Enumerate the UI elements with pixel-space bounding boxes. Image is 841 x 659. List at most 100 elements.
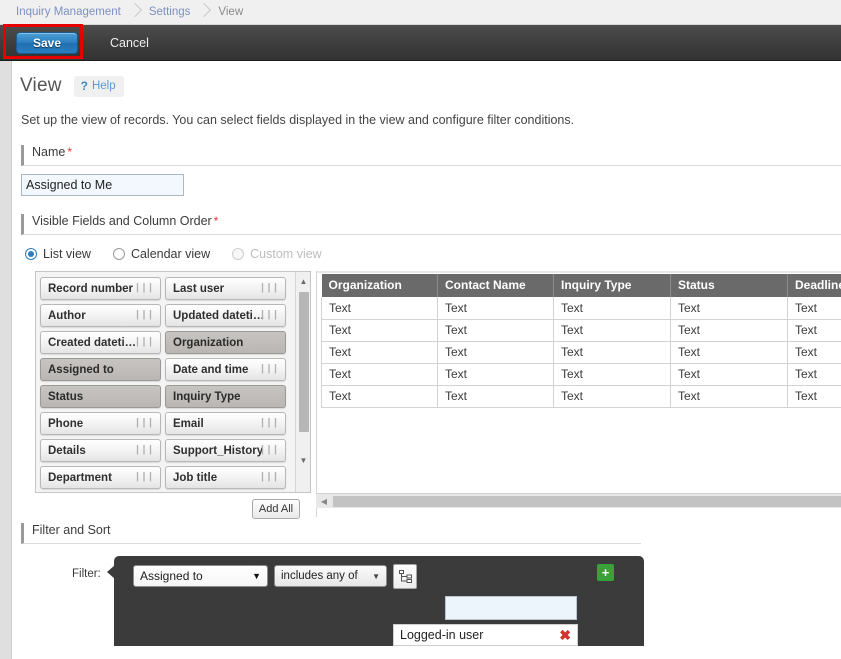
field-chip[interactable]: Record number||| (40, 277, 161, 300)
drag-handle-icon[interactable]: ||| (134, 472, 154, 483)
breadcrumb-separator-icon (121, 0, 149, 25)
field-chip-label: Details (48, 445, 86, 457)
radio-calendar-view[interactable]: Calendar view (113, 247, 210, 261)
table-cell: Text (322, 319, 438, 341)
table-cell: Text (554, 319, 671, 341)
field-chip-label: Status (48, 391, 83, 403)
radio-label-calendar-view: Calendar view (131, 247, 210, 261)
left-gutter (0, 61, 12, 659)
table-cell: Text (438, 341, 554, 363)
drag-handle-icon[interactable]: ||| (259, 310, 279, 321)
scroll-left-arrow-icon[interactable]: ◀ (317, 494, 331, 508)
table-cell: Text (322, 363, 438, 385)
table-cell: Text (438, 363, 554, 385)
preview-table-panel: OrganizationContact NameInquiry TypeStat… (316, 271, 841, 517)
drag-handle-icon[interactable]: ||| (134, 445, 154, 456)
required-marker: * (214, 214, 219, 228)
filter-value-entry: Logged-in user ✖ (393, 624, 578, 646)
drag-handle-icon[interactable]: ||| (259, 472, 279, 483)
breadcrumb-item-settings[interactable]: Settings (149, 6, 191, 18)
field-chip[interactable]: Status (40, 385, 161, 408)
add-filter-condition-button[interactable]: + (597, 564, 614, 581)
page-content: View ? Help Set up the view of records. … (13, 61, 841, 659)
filter-field-select[interactable]: Assigned to ▼ (133, 565, 268, 587)
remove-value-icon[interactable]: ✖ (559, 628, 571, 642)
preview-table: OrganizationContact NameInquiry TypeStat… (321, 274, 841, 408)
table-cell: Text (671, 297, 788, 319)
field-chip[interactable]: Date and time||| (165, 358, 286, 381)
table-row: TextTextTextTextText (322, 385, 841, 407)
section-header-filter-and-sort: Filter and Sort (21, 523, 641, 544)
table-cell: Text (438, 385, 554, 407)
radio-custom-view: Custom view (232, 247, 322, 261)
field-chip-label: Updated dateti… (173, 310, 264, 322)
field-chip[interactable]: Assigned to (40, 358, 161, 381)
drag-handle-icon[interactable]: ||| (134, 310, 154, 321)
table-cell: Text (671, 363, 788, 385)
scrollbar-thumb[interactable] (299, 292, 309, 432)
cancel-button[interactable]: Cancel (104, 35, 155, 51)
field-chip[interactable]: Organization (165, 331, 286, 354)
table-cell: Text (554, 363, 671, 385)
page-description: Set up the view of records. You can sele… (13, 97, 841, 127)
page-body: View ? Help Set up the view of records. … (0, 61, 841, 659)
field-chip[interactable]: Created dateti…||| (40, 331, 161, 354)
preview-table-body: TextTextTextTextTextTextTextTextTextText… (322, 297, 841, 407)
field-chip-label: Email (173, 418, 204, 430)
drag-handle-icon[interactable]: ||| (134, 418, 154, 429)
name-label: Name (32, 145, 65, 159)
field-chip[interactable]: Job title||| (165, 466, 286, 489)
question-mark-icon: ? (81, 79, 88, 93)
view-name-input[interactable] (21, 174, 184, 196)
page-header: View ? Help (13, 61, 841, 97)
save-button[interactable]: Save (16, 32, 78, 54)
table-cell: Text (788, 341, 841, 363)
drag-handle-icon[interactable]: ||| (259, 364, 279, 375)
field-chip[interactable]: Details ||| (40, 439, 161, 462)
field-chip[interactable]: Department||| (40, 466, 161, 489)
preview-horizontal-scrollbar[interactable]: ◀ (316, 493, 841, 508)
field-chip-label: Phone (48, 418, 83, 430)
radio-icon-selected (25, 248, 37, 260)
field-chip[interactable]: Author||| (40, 304, 161, 327)
page-title: View (20, 75, 62, 97)
drag-handle-icon[interactable]: ||| (259, 418, 279, 429)
user-picker-button[interactable] (393, 564, 417, 589)
field-chip[interactable]: Email ||| (165, 412, 286, 435)
drag-handle-icon[interactable]: ||| (259, 283, 279, 294)
drag-handle-icon[interactable]: ||| (259, 445, 279, 456)
table-cell: Text (671, 385, 788, 407)
radio-label-list-view: List view (43, 247, 91, 261)
preview-column-header: Organization (322, 274, 438, 297)
field-chip-label: Inquiry Type (173, 391, 241, 403)
radio-list-view[interactable]: List view (25, 247, 91, 261)
field-chip[interactable]: Inquiry Type (165, 385, 286, 408)
field-chip[interactable]: Support_History||| (165, 439, 286, 462)
drag-handle-icon[interactable]: ||| (134, 283, 154, 294)
breadcrumb: Inquiry Management Settings View (0, 0, 841, 25)
add-all-button[interactable]: Add All (252, 499, 300, 519)
breadcrumb-item-inquiry-management[interactable]: Inquiry Management (16, 6, 121, 18)
filter-field-value: Assigned to (140, 569, 203, 583)
scrollbar-thumb[interactable] (333, 496, 841, 507)
field-chip[interactable]: Updated dateti…||| (165, 304, 286, 327)
filter-value-input[interactable] (445, 596, 577, 620)
scroll-down-arrow-icon[interactable]: ▼ (296, 453, 311, 468)
field-chip[interactable]: Phone ||| (40, 412, 161, 435)
table-row: TextTextTextTextText (322, 363, 841, 385)
org-tree-icon (399, 570, 412, 583)
table-cell: Text (788, 297, 841, 319)
filter-and-sort-label: Filter and Sort (32, 523, 111, 537)
table-row: TextTextTextTextText (322, 341, 841, 363)
field-chip-list: Record number|||Last user|||Author|||Upd… (40, 277, 294, 489)
help-button[interactable]: ? Help (74, 76, 124, 97)
scroll-up-arrow-icon[interactable]: ▲ (296, 274, 311, 289)
field-chip-label: Assigned to (48, 364, 114, 376)
drag-handle-icon[interactable]: ||| (134, 337, 154, 348)
fields-vertical-scrollbar[interactable]: ▲ ▼ (295, 272, 310, 492)
field-chip[interactable]: Last user||| (165, 277, 286, 300)
help-label: Help (92, 80, 116, 92)
table-cell: Text (788, 363, 841, 385)
table-row: TextTextTextTextText (322, 319, 841, 341)
filter-operator-select[interactable]: includes any of ▼ (274, 565, 387, 587)
